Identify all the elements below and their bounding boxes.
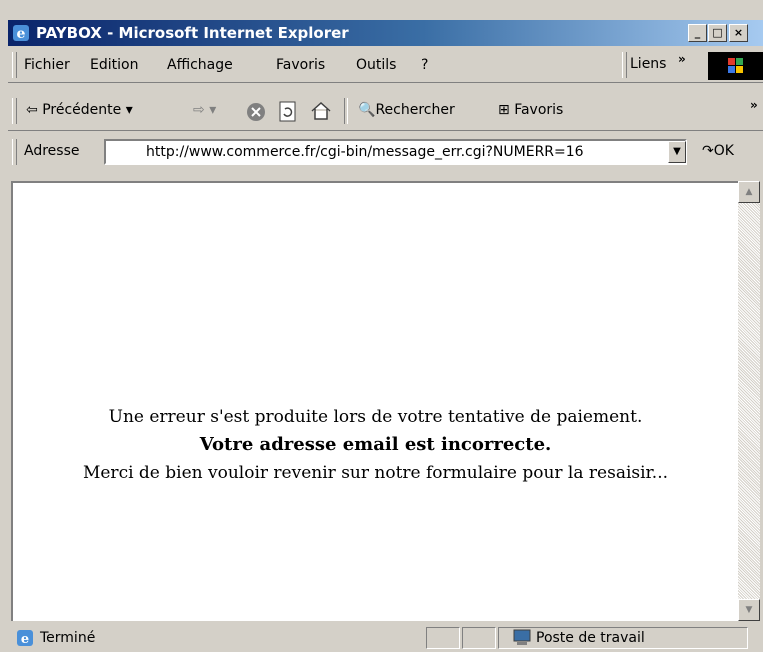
error-message: Une erreur s'est produite lors de votre …	[13, 403, 738, 487]
svg-text:e: e	[21, 632, 29, 647]
maximize-button[interactable]: □	[708, 24, 727, 42]
back-arrow-icon: ⇦	[26, 102, 38, 118]
forward-button[interactable]: ⇨ ▾	[193, 102, 216, 118]
address-bar: Adresse http://www.commerce.fr/cgi-bin/m…	[8, 135, 763, 171]
ie-logo-icon: e	[13, 25, 29, 42]
status-panel-2	[462, 627, 496, 649]
svg-text:e: e	[17, 26, 26, 42]
address-dropdown-button[interactable]: ▼	[668, 141, 686, 163]
search-label: Rechercher	[375, 102, 455, 118]
go-button[interactable]: ↷OK	[702, 143, 734, 159]
search-button[interactable]: 🔍Rechercher	[358, 102, 455, 118]
refresh-icon[interactable]	[278, 101, 298, 123]
links-label[interactable]: Liens	[630, 56, 666, 72]
menu-grip[interactable]	[12, 52, 17, 78]
links-chevron[interactable]: »	[678, 52, 686, 66]
error-line-3: Merci de bien vouloir revenir sur notre …	[82, 463, 669, 483]
error-line-1: Une erreur s'est produite lors de votre …	[108, 407, 643, 427]
menu-affichage[interactable]: Affichage	[167, 57, 233, 73]
search-icon: 🔍	[358, 102, 376, 118]
stop-icon[interactable]	[246, 102, 266, 122]
menu-help[interactable]: ?	[421, 57, 428, 73]
address-input[interactable]: http://www.commerce.fr/cgi-bin/message_e…	[104, 139, 687, 165]
favorites-label: Favoris	[514, 102, 564, 118]
address-label: Adresse	[24, 143, 80, 159]
toolbar-chevron[interactable]: »	[750, 98, 758, 112]
links-grip[interactable]	[622, 52, 627, 78]
back-label: Précédente	[42, 102, 122, 118]
home-icon[interactable]	[310, 101, 332, 121]
favorites-button[interactable]: ⊞ Favoris	[498, 102, 563, 118]
standard-toolbar: ⇦ Précédente ▾ ⇨ ▾ 🔍Rechercher ⊞ Favoris…	[8, 94, 763, 131]
error-line-2: Votre adresse email est incorrecte.	[199, 434, 552, 455]
toolbar-separator	[344, 98, 348, 124]
scroll-up-button[interactable]: ▲	[738, 181, 760, 203]
page-content: Une erreur s'est produite lors de votre …	[11, 181, 738, 621]
forward-arrow-icon: ⇨	[193, 102, 205, 118]
back-button[interactable]: ⇦ Précédente ▾	[26, 102, 133, 118]
minimize-button[interactable]: _	[688, 24, 707, 42]
toolbar-grip[interactable]	[12, 98, 17, 124]
scroll-down-button[interactable]: ▼	[738, 599, 760, 621]
title-bar[interactable]: e PAYBOX - Microsoft Internet Explorer _…	[8, 20, 763, 46]
menu-bar: Fichier Edition Affichage Favoris Outils…	[8, 48, 763, 83]
windows-flag-icon	[728, 58, 743, 73]
menu-fichier[interactable]: Fichier	[24, 57, 70, 73]
vertical-scrollbar[interactable]: ▲ ▼	[738, 181, 760, 621]
menu-favoris[interactable]: Favoris	[276, 57, 325, 73]
close-button[interactable]: ×	[729, 24, 748, 42]
status-text: Terminé	[40, 630, 96, 646]
menu-outils[interactable]: Outils	[356, 57, 396, 73]
address-grip[interactable]	[12, 139, 17, 165]
menu-edition[interactable]: Edition	[90, 57, 138, 73]
status-bar: e Terminé Poste de travail	[8, 624, 763, 652]
forward-dropdown-icon[interactable]: ▾	[209, 102, 216, 118]
go-label: OK	[713, 143, 734, 159]
browser-window: e PAYBOX - Microsoft Internet Explorer _…	[0, 0, 763, 652]
security-zone: Poste de travail	[536, 630, 645, 646]
page-icon: e	[17, 630, 33, 647]
back-dropdown-icon[interactable]: ▾	[126, 102, 133, 118]
go-arrow-icon: ↷	[702, 143, 714, 159]
computer-icon	[513, 629, 531, 645]
windows-logo	[708, 52, 763, 80]
window-title: PAYBOX - Microsoft Internet Explorer	[36, 24, 349, 42]
status-panel-1	[426, 627, 460, 649]
favorites-icon: ⊞	[498, 102, 510, 118]
